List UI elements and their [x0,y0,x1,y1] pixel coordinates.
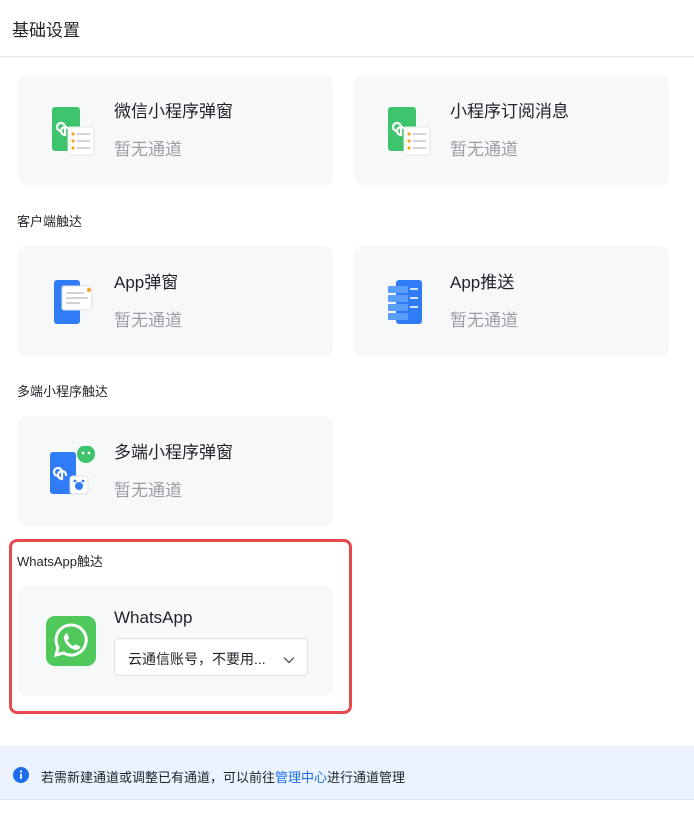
select-value: 云通信账号，不要用... [128,651,266,667]
channel-account-select[interactable]: 云通信账号，不要用... [114,638,308,676]
card-title: 多端小程序弹窗 [114,443,233,462]
app-push-icon [384,276,434,328]
multi-platform-mini-program-icon [48,445,98,498]
chevron-down-icon [283,652,295,664]
info-text: 若需新建通道或调整已有通道，可以前往管理中心进行通道管理 [41,767,405,786]
channel-card-app-push[interactable]: App推送 暂无通道 [354,246,669,356]
channel-card-multi-popup[interactable]: 多端小程序弹窗 暂无通道 [18,416,333,526]
card-title: WhatsApp [114,608,193,627]
card-title: 小程序订阅消息 [450,102,569,121]
card-status: 暂无通道 [114,140,182,159]
info-text-prefix: 若需新建通道或调整已有通道，可以前往 [41,770,276,785]
page-header: 基础设置 [0,0,694,57]
section-label-multi-platform: 多端小程序触达 [17,384,109,399]
card-status: 暂无通道 [114,311,182,330]
card-title: App弹窗 [114,273,179,292]
channel-card-whatsapp[interactable]: WhatsApp 云通信账号，不要用... [18,586,333,696]
info-notice-bar: 若需新建通道或调整已有通道，可以前往管理中心进行通道管理 [0,746,694,800]
card-status: 暂无通道 [450,311,518,330]
mini-program-list-icon [48,105,98,157]
card-title: 微信小程序弹窗 [114,102,233,121]
section-label-whatsapp: WhatsApp触达 [17,554,103,569]
channel-card-wechat-popup[interactable]: 微信小程序弹窗 暂无通道 [18,75,333,185]
card-status: 暂无通道 [114,481,182,500]
page-title: 基础设置 [12,21,80,40]
info-circle-icon [13,767,29,783]
card-title: App推送 [450,273,515,292]
info-text-suffix: 进行通道管理 [327,770,406,785]
management-center-link[interactable]: 管理中心 [275,770,327,785]
whatsapp-logo-icon [46,616,96,668]
app-popup-icon [48,276,98,328]
channel-card-subscribe-message[interactable]: 小程序订阅消息 暂无通道 [354,75,669,185]
mini-program-list-icon [384,105,434,157]
section-label-client: 客户端触达 [17,214,83,229]
channel-card-app-popup[interactable]: App弹窗 暂无通道 [18,246,333,356]
card-status: 暂无通道 [450,140,518,159]
